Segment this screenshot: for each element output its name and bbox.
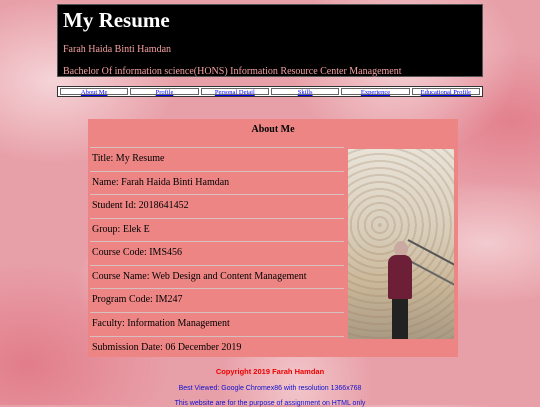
info-row-course-code: Course Code: IMS456: [90, 241, 344, 263]
best-viewed-text: Best Viewed: Google Chromex86 with resol…: [178, 385, 362, 392]
nav-link-personal-detail[interactable]: Personal Detail: [200, 88, 269, 96]
nav-link-experience[interactable]: Experience: [341, 88, 410, 96]
info-row-program-code: Program Code: IM247: [90, 288, 344, 310]
page-title: My Resume: [63, 8, 170, 32]
nav-link-skills[interactable]: Skills: [270, 88, 340, 96]
copyright-text: Copyright 2019 Farah Hamdan: [215, 367, 325, 376]
nav-link-profile[interactable]: Profile: [130, 88, 199, 96]
info-row-submission-date: Submission Date: 06 December 2019: [90, 336, 344, 358]
nav-link-educational-profile[interactable]: Educational Profile: [411, 88, 480, 96]
nav-bar: About Me Profile Personal Detail Skills …: [57, 86, 483, 97]
info-row-student-id: Student Id: 2018641452: [90, 194, 344, 216]
info-row-title: Title: My Resume: [90, 147, 344, 169]
purpose-text: This website are for the purpose of assi…: [174, 400, 366, 407]
info-row-name: Name: Farah Haida Binti Hamdan: [90, 171, 344, 193]
header-name: Farah Haida Binti Hamdan: [63, 44, 172, 55]
info-row-course-name: Course Name: Web Design and Content Mana…: [90, 265, 344, 287]
header-banner: My Resume Farah Haida Binti Hamdan Bache…: [57, 4, 483, 77]
about-me-panel: About Me Title: My Resume Name: Farah Ha…: [88, 119, 458, 357]
info-row-group: Group: Elek E: [90, 218, 344, 240]
nav-link-about-me[interactable]: About Me: [60, 88, 129, 96]
header-degree: Bachelor Of information science(HONS) In…: [63, 66, 402, 77]
about-me-heading: About Me: [251, 124, 295, 135]
info-row-faculty: Faculty: Information Management: [90, 312, 344, 334]
profile-photo: [348, 149, 454, 339]
